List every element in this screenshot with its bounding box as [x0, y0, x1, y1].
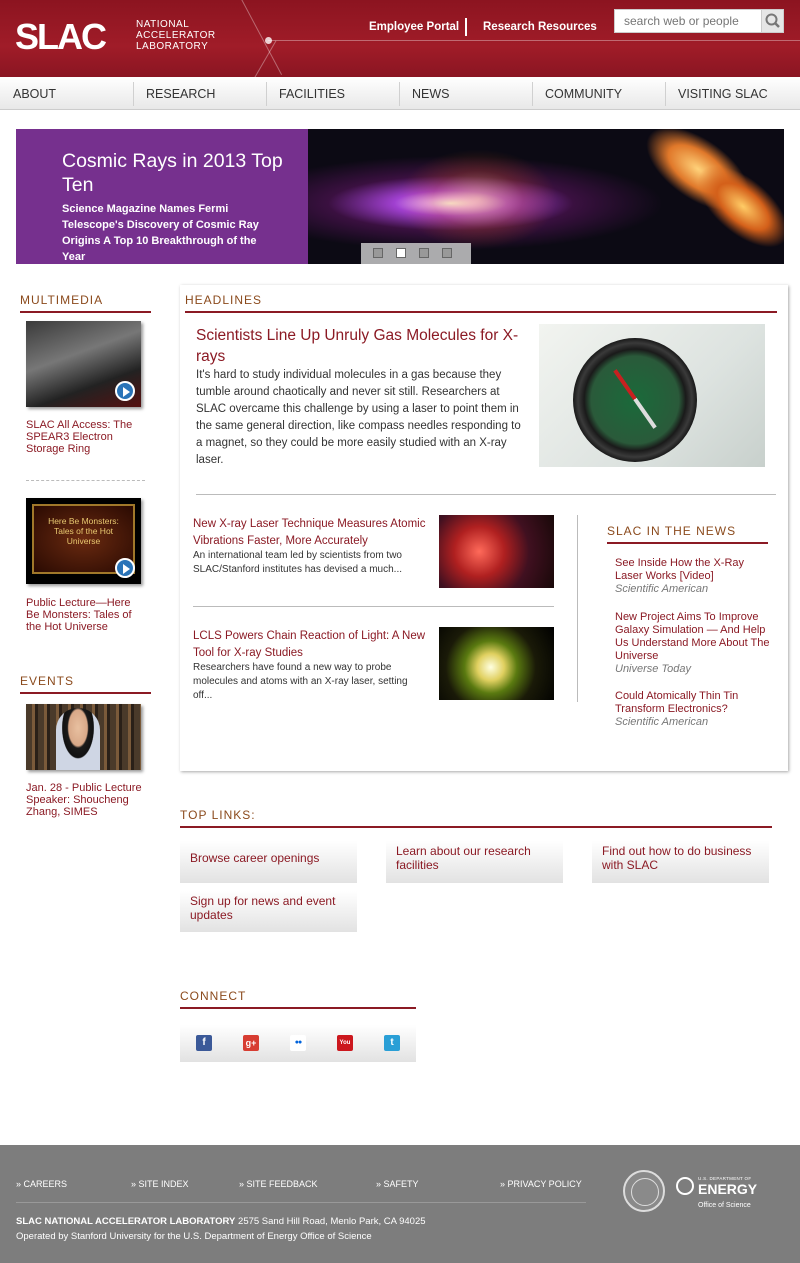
header-decoration [268, 40, 800, 41]
headline-item-title[interactable]: LCLS Powers Chain Reaction of Light: A N… [193, 628, 428, 662]
nav-divider [665, 82, 666, 106]
top-link-news-signup[interactable]: Sign up for news and event updates [180, 891, 357, 932]
flickr-icon[interactable]: ●● [290, 1035, 306, 1051]
news-item[interactable]: Could Atomically Thin Tin Transform Elec… [615, 690, 765, 729]
nav-about[interactable]: ABOUT [13, 77, 56, 109]
site-header: SLAC NATIONAL ACCELERATOR LABORATORY Emp… [0, 0, 800, 77]
social-bar: f g+ ●● You t [180, 1025, 416, 1062]
footer-link-privacy-policy[interactable]: » PRIVACY POLICY [500, 1179, 582, 1189]
nav-research[interactable]: RESEARCH [146, 77, 215, 109]
headline-item-title[interactable]: New X-ray Laser Technique Measures Atomi… [193, 516, 428, 550]
play-icon [115, 381, 135, 401]
divider [193, 606, 554, 607]
hero-title[interactable]: Cosmic Rays in 2013 Top Ten [62, 149, 292, 197]
multimedia-thumbnail[interactable] [26, 321, 141, 407]
news-item-source: Scientific American [615, 583, 709, 595]
footer-link-careers[interactable]: » CAREERS [16, 1179, 67, 1189]
youtube-icon[interactable]: You [337, 1035, 353, 1051]
search-button[interactable] [761, 10, 783, 32]
search-icon [765, 13, 780, 28]
nav-divider [399, 82, 400, 106]
top-links-heading: TOP LINKS: [180, 808, 772, 828]
headlines-panel: HEADLINES Scientists Line Up Unruly Gas … [180, 285, 788, 771]
top-link-research-facilities[interactable]: Learn about our research facilities [386, 841, 563, 883]
headline-item-text: An international team led by scientists … [193, 550, 402, 575]
headline-item-image[interactable] [439, 515, 554, 588]
google-plus-icon[interactable]: g+ [243, 1035, 259, 1051]
slide-dot-2[interactable] [396, 248, 406, 258]
footer-operated-by: Operated by Stanford University for the … [16, 1231, 372, 1242]
slide-dot-3[interactable] [419, 248, 429, 258]
footer-divider [16, 1202, 586, 1203]
connect-heading: CONNECT [180, 989, 416, 1009]
top-link-careers[interactable]: Browse career openings [180, 841, 357, 883]
divider [196, 494, 776, 495]
footer-link-safety[interactable]: » SAFETY [376, 1179, 419, 1189]
footer-address: SLAC NATIONAL ACCELERATOR LABORATORY 257… [16, 1216, 426, 1227]
headline-item-text: Researchers have found a new way to prob… [193, 662, 408, 701]
compass-image[interactable] [539, 324, 765, 467]
nav-visiting-slac[interactable]: VISITING SLAC [678, 77, 768, 109]
stanford-seal-icon[interactable] [623, 1170, 665, 1212]
events-heading: EVENTS [20, 674, 151, 694]
multimedia-thumbnail[interactable]: Here Be Monsters: Tales of the Hot Unive… [26, 498, 141, 584]
column-divider [577, 515, 578, 702]
employee-portal-link[interactable]: Employee Portal [369, 21, 459, 33]
header-decoration [265, 37, 272, 44]
in-the-news-heading: SLAC IN THE NEWS [607, 524, 768, 544]
slide-dot-1[interactable] [373, 248, 383, 258]
nav-divider [133, 82, 134, 106]
main-headline-text: It's hard to study individual molecules … [196, 369, 521, 466]
event-item-link[interactable]: Jan. 28 - Public Lecture Speaker: Shouch… [26, 782, 151, 818]
doe-emblem-icon [676, 1177, 694, 1195]
hero-caption-panel: Cosmic Rays in 2013 Top Ten Science Maga… [16, 129, 308, 264]
main-nav: ABOUT RESEARCH FACILITIES NEWS COMMUNITY… [0, 77, 800, 110]
hero-slideshow[interactable]: Cosmic Rays in 2013 Top Ten Science Maga… [16, 129, 784, 264]
research-resources-link[interactable]: Research Resources [483, 21, 597, 33]
news-item-title[interactable]: Could Atomically Thin Tin Transform Elec… [615, 690, 765, 716]
header-link-divider [465, 18, 467, 36]
site-footer: » CAREERS » SITE INDEX » SITE FEEDBACK »… [0, 1145, 800, 1263]
nav-divider [532, 82, 533, 106]
top-link-business[interactable]: Find out how to do business with SLAC [592, 841, 769, 883]
twitter-icon[interactable]: t [384, 1035, 400, 1051]
doe-logo[interactable]: U.S. DEPARTMENT OF ENERGY Office of Scie… [676, 1175, 786, 1215]
headline-item-image[interactable] [439, 627, 554, 700]
news-item-title[interactable]: See Inside How the X-Ray Laser Works [Vi… [615, 557, 765, 583]
headlines-heading: HEADLINES [185, 293, 777, 313]
footer-link-site-feedback[interactable]: » SITE FEEDBACK [239, 1179, 318, 1189]
divider [26, 480, 145, 481]
facebook-icon[interactable]: f [196, 1035, 212, 1051]
logo-subtitle: NATIONAL ACCELERATOR LABORATORY [136, 19, 216, 52]
nav-divider [266, 82, 267, 106]
multimedia-heading: MULTIMEDIA [20, 293, 151, 313]
slide-dot-4[interactable] [442, 248, 452, 258]
search-box [614, 9, 784, 33]
nav-facilities[interactable]: FACILITIES [279, 77, 345, 109]
news-item[interactable]: New Project Aims To Improve Galaxy Simul… [615, 611, 775, 676]
footer-link-site-index[interactable]: » SITE INDEX [131, 1179, 189, 1189]
news-item-source: Scientific American [615, 716, 709, 728]
news-item-title[interactable]: New Project Aims To Improve Galaxy Simul… [615, 611, 775, 663]
multimedia-item-link[interactable]: Public Lecture—Here Be Monsters: Tales o… [26, 597, 146, 633]
play-icon [115, 558, 135, 578]
slide-pager [361, 243, 471, 264]
speaker-photo [56, 708, 100, 770]
nav-community[interactable]: COMMUNITY [545, 77, 622, 109]
nav-news[interactable]: NEWS [412, 77, 450, 109]
main-headline-title[interactable]: Scientists Line Up Unruly Gas Molecules … [196, 325, 526, 367]
slac-logo[interactable]: SLAC [15, 19, 107, 55]
multimedia-item-link[interactable]: SLAC All Access: The SPEAR3 Electron Sto… [26, 419, 146, 455]
header-decoration [238, 0, 283, 75]
news-item-source: Universe Today [615, 663, 692, 675]
event-thumbnail[interactable] [26, 704, 141, 770]
search-input[interactable] [615, 10, 763, 32]
hero-description: Science Magazine Names Fermi Telescope's… [62, 203, 259, 263]
news-item[interactable]: See Inside How the X-Ray Laser Works [Vi… [615, 557, 765, 596]
header-decoration [240, 40, 277, 77]
